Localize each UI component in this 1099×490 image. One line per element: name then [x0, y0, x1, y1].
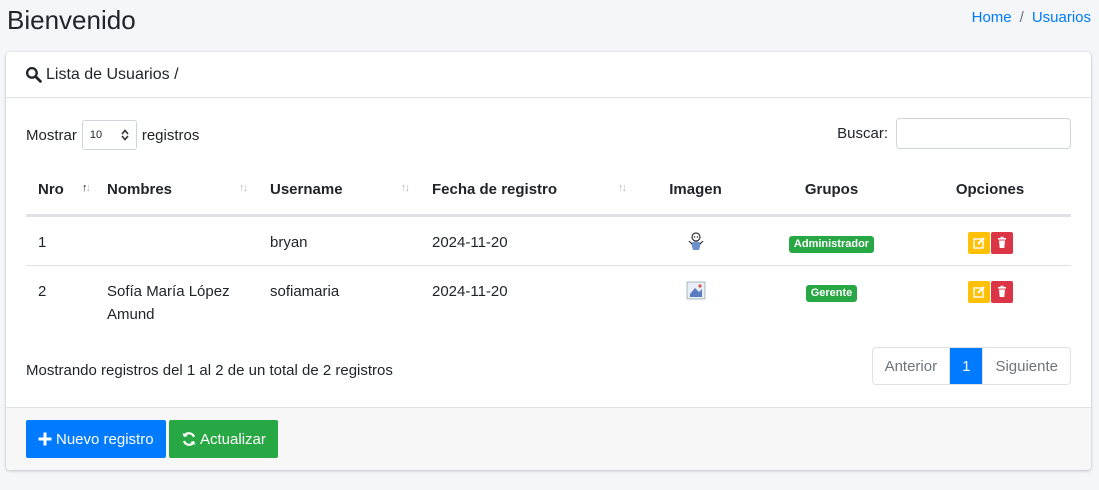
refresh-button[interactable]: Actualizar	[169, 420, 278, 458]
pagination: Anterior 1 Siguiente	[871, 347, 1071, 385]
table-controls: Mostrar 10 registros Buscar:	[26, 118, 1071, 150]
cell-nombres	[95, 214, 258, 265]
card-title: Lista de Usuarios /	[46, 65, 179, 83]
column-header-grupos: Grupos	[754, 165, 909, 217]
edit-icon	[972, 236, 985, 249]
column-header-username[interactable]: Username ↑↓	[258, 165, 420, 217]
pagination-page-1[interactable]: 1	[950, 348, 983, 384]
search-icon	[25, 66, 42, 83]
breadcrumb-separator: /	[1019, 9, 1024, 26]
plus-icon	[38, 432, 52, 446]
breadcrumb-home-link[interactable]: Home	[972, 9, 1012, 26]
column-header-nro[interactable]: Nro ↑↓	[26, 165, 95, 217]
avatar-icon	[688, 231, 703, 250]
search-control: Buscar:	[837, 118, 1071, 149]
column-header-fecha[interactable]: Fecha de registro ↑↓	[420, 165, 637, 217]
group-badge: Gerente	[805, 284, 858, 302]
users-card: Lista de Usuarios / Mostrar 10 registros…	[6, 52, 1091, 470]
breadcrumb: Home / Usuarios	[972, 9, 1091, 26]
delete-button[interactable]	[990, 280, 1013, 303]
cell-opciones	[909, 264, 1071, 337]
cell-nombres: Sofía María López Amund	[95, 264, 258, 337]
avatar-icon	[686, 281, 705, 299]
search-input[interactable]	[896, 118, 1071, 149]
cell-nro: 2	[26, 264, 95, 337]
new-record-label: Nuevo registro	[56, 430, 154, 448]
length-suffix: registros	[141, 126, 200, 144]
sort-asc-icon: ↑↓	[82, 182, 91, 194]
trash-icon	[997, 236, 1006, 248]
length-select[interactable]: 10	[81, 120, 137, 150]
search-label: Buscar:	[837, 125, 888, 142]
pagination-previous[interactable]: Anterior	[873, 348, 951, 384]
table-header-row: Nro ↑↓ Nombres ↑↓ Username ↑↓ Fecha de regi…	[26, 165, 1071, 217]
cell-username: sofiamaria	[258, 264, 420, 337]
breadcrumb-usuarios-link[interactable]: Usuarios	[1032, 9, 1091, 26]
table-info: Mostrando registros del 1 al 2 de un tot…	[26, 362, 393, 379]
column-header-imagen: Imagen	[637, 165, 754, 217]
pagination-next[interactable]: Siguiente	[982, 348, 1070, 384]
page-header: Bienvenido Home / Usuarios	[0, 0, 1099, 44]
column-header-opciones: Opciones	[909, 165, 1071, 217]
edit-icon	[972, 285, 985, 298]
sort-icon: ↑↓	[401, 182, 410, 194]
delete-button[interactable]	[990, 231, 1013, 254]
edit-button[interactable]	[967, 231, 990, 254]
cell-opciones	[909, 214, 1071, 265]
column-header-nombres[interactable]: Nombres ↑↓	[95, 165, 258, 217]
card-header: Lista de Usuarios /	[6, 52, 1091, 98]
users-table: Nro ↑↓ Nombres ↑↓ Username ↑↓ Fecha de regi…	[26, 165, 1071, 337]
length-control: Mostrar 10 registros	[26, 120, 199, 150]
cell-username: bryan	[258, 214, 420, 265]
edit-button[interactable]	[967, 280, 990, 303]
card-footer: Nuevo registro Actualizar	[6, 407, 1091, 470]
cell-imagen	[637, 264, 754, 337]
sort-icon: ↑↓	[618, 182, 627, 194]
length-value: 10	[89, 129, 103, 141]
table-row: 2 Sofía María López Amund sofiamaria 202…	[26, 264, 1071, 337]
cell-fecha: 2024-11-20	[420, 214, 637, 265]
cell-imagen	[637, 214, 754, 265]
cell-grupo: Administrador	[754, 214, 909, 265]
new-record-button[interactable]: Nuevo registro	[26, 420, 166, 458]
trash-icon	[997, 285, 1006, 297]
updown-icon	[121, 129, 129, 141]
length-prefix: Mostrar	[26, 126, 77, 144]
refresh-label: Actualizar	[200, 430, 266, 448]
cell-grupo: Gerente	[754, 264, 909, 337]
sort-icon: ↑↓	[239, 182, 248, 194]
cell-fecha: 2024-11-20	[420, 264, 637, 337]
page-title: Bienvenido	[7, 5, 136, 35]
group-badge: Administrador	[788, 235, 875, 253]
cell-nro: 1	[26, 214, 95, 265]
table-row: 1 bryan 2024-11-20 Administrador	[26, 214, 1071, 265]
sync-icon	[182, 432, 196, 446]
